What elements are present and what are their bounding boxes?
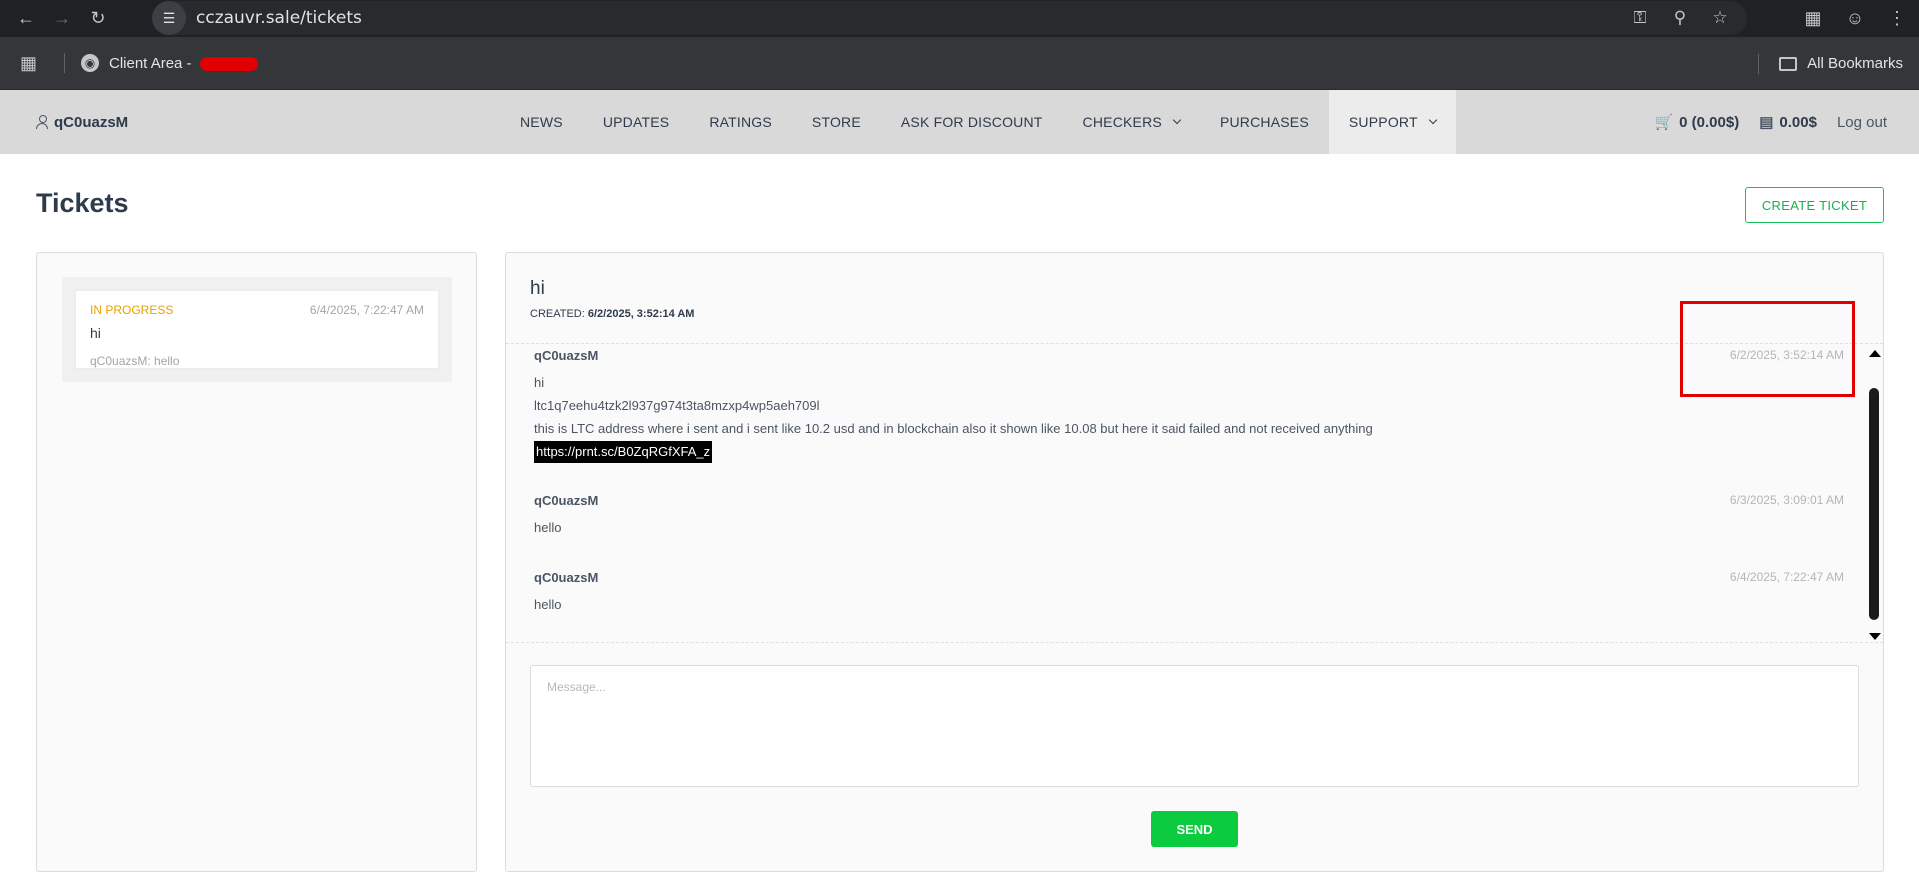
cart-link[interactable]: 🛒 0 (0.00$) bbox=[1654, 113, 1739, 131]
cart-icon: 🛒 bbox=[1654, 114, 1674, 131]
created-value: 6/2/2025, 3:52:14 AM bbox=[587, 308, 695, 320]
bookmark-label: Client Area - bbox=[109, 54, 196, 72]
nav-purchases[interactable]: PURCHASES bbox=[1200, 90, 1329, 154]
balance-link[interactable]: ▤ 0.00$ bbox=[1759, 113, 1817, 131]
message-item: qC0uazsM 6/2/2025, 3:52:14 AM hi ltc1q7e… bbox=[534, 348, 1844, 463]
message-author: qC0uazsM bbox=[534, 570, 599, 585]
message-author: qC0uazsM bbox=[534, 348, 599, 363]
forward-icon[interactable]: → bbox=[44, 1, 80, 37]
main-nav: NEWS UPDATES RATINGS STORE ASK FOR DISCO… bbox=[500, 90, 1456, 154]
reload-icon[interactable]: ↻ bbox=[80, 1, 116, 37]
user-profile-link[interactable]: qC0uazsM bbox=[36, 90, 128, 154]
create-ticket-button[interactable]: CREATE TICKET bbox=[1745, 187, 1884, 223]
ticket-list-item[interactable]: IN PROGRESS 6/4/2025, 7:22:47 AM hi qC0u… bbox=[62, 277, 452, 382]
nav-support[interactable]: SUPPORT bbox=[1328, 90, 1456, 154]
globe-icon: ◉ bbox=[81, 54, 99, 72]
message-date: 6/4/2025, 7:22:47 AM bbox=[1729, 570, 1844, 584]
address-bar[interactable]: ☰ cczauvr.sale/tickets ⚿ ⚲ ☆ bbox=[152, 1, 1747, 35]
back-icon[interactable]: ← bbox=[8, 1, 44, 37]
wallet-icon: ▤ bbox=[1759, 114, 1774, 131]
nav-checkers[interactable]: CHECKERS bbox=[1063, 90, 1200, 154]
redaction-mark bbox=[199, 56, 258, 71]
chevron-down-icon bbox=[1428, 115, 1437, 125]
ticket-status-badge: IN PROGRESS bbox=[90, 303, 174, 317]
site-info-icon[interactable]: ☰ bbox=[152, 1, 186, 35]
message-line: hi bbox=[534, 375, 545, 390]
message-item: qC0uazsM 6/4/2025, 7:22:47 AM hello bbox=[534, 570, 1844, 616]
url-text[interactable]: cczauvr.sale/tickets bbox=[196, 8, 362, 28]
cart-value: 0 (0.00$) bbox=[1679, 114, 1740, 131]
scroll-up-arrow-icon[interactable] bbox=[1869, 350, 1881, 357]
bookmarks-divider bbox=[64, 53, 65, 73]
user-icon bbox=[36, 115, 48, 129]
nav-support-label: SUPPORT bbox=[1348, 114, 1418, 130]
ticket-title: hi bbox=[90, 325, 101, 341]
balance-value: 0.00$ bbox=[1779, 114, 1817, 131]
message-body: hello bbox=[534, 593, 1844, 616]
ticket-detail-panel: hi CREATED: 6/2/2025, 3:52:14 AM qC0uazs… bbox=[505, 252, 1884, 872]
message-thread[interactable]: qC0uazsM 6/2/2025, 3:52:14 AM hi ltc1q7e… bbox=[506, 343, 1883, 643]
bookmark-client-area[interactable]: ◉ Client Area - bbox=[81, 54, 258, 72]
bookmarks-bar: ▦ ◉ Client Area - All Bookmarks bbox=[0, 37, 1919, 90]
bookmarks-divider bbox=[1758, 53, 1760, 74]
message-line: ltc1q7eehu4tzk2l937g974t3ta8mzxp4wp5aeh7… bbox=[534, 398, 820, 413]
nav-store[interactable]: STORE bbox=[792, 90, 881, 154]
send-button[interactable]: SEND bbox=[1151, 811, 1238, 847]
nav-checkers-label: CHECKERS bbox=[1082, 114, 1162, 130]
menu-dots-icon[interactable]: ⋮ bbox=[1879, 1, 1915, 37]
ticket-list-panel: IN PROGRESS 6/4/2025, 7:22:47 AM hi qC0u… bbox=[36, 252, 477, 872]
scrollbar-thumb[interactable] bbox=[1869, 388, 1879, 620]
message-link[interactable]: https://prnt.sc/B0ZqRGfXFA_z bbox=[534, 441, 713, 463]
ticket-card-inner: IN PROGRESS 6/4/2025, 7:22:47 AM hi qC0u… bbox=[76, 291, 438, 368]
message-item: qC0uazsM 6/3/2025, 3:09:01 AM hello bbox=[534, 493, 1844, 539]
message-input[interactable] bbox=[530, 665, 1859, 787]
annotation-highlight-box bbox=[1680, 301, 1855, 397]
all-bookmarks-label: All Bookmarks bbox=[1807, 55, 1903, 72]
extensions-icon[interactable]: ▦ bbox=[1795, 1, 1831, 37]
logout-link[interactable]: Log out bbox=[1837, 114, 1887, 131]
message-line: hello bbox=[534, 520, 562, 535]
created-label: CREATED: bbox=[530, 308, 585, 320]
message-body: hi ltc1q7eehu4tzk2l937g974t3ta8mzxp4wp5a… bbox=[534, 371, 1844, 463]
star-icon[interactable]: ☆ bbox=[1703, 1, 1737, 35]
ticket-detail-title: hi bbox=[530, 278, 545, 299]
profile-icon[interactable]: ☺ bbox=[1837, 1, 1873, 37]
nav-ask-for-discount[interactable]: ASK FOR DISCOUNT bbox=[881, 90, 1063, 154]
all-bookmarks[interactable]: All Bookmarks bbox=[1758, 37, 1903, 90]
message-line: this is LTC address where i sent and i s… bbox=[534, 421, 1373, 436]
message-line: hello bbox=[534, 597, 562, 612]
zoom-icon[interactable]: ⚲ bbox=[1663, 1, 1697, 35]
chevron-down-icon bbox=[1172, 115, 1182, 125]
page-title: Tickets bbox=[36, 188, 129, 218]
folder-icon bbox=[1779, 56, 1798, 71]
nav-news[interactable]: NEWS bbox=[500, 90, 583, 154]
browser-toolbar: ← → ↻ ☰ cczauvr.sale/tickets ⚿ ⚲ ☆ ▦ ☺ ⋮ bbox=[0, 0, 1919, 37]
ticket-created: CREATED: 6/2/2025, 3:52:14 AM bbox=[530, 308, 694, 320]
username: qC0uazsM bbox=[54, 113, 129, 131]
message-author: qC0uazsM bbox=[534, 493, 599, 508]
ticket-date: 6/4/2025, 7:22:47 AM bbox=[309, 303, 424, 317]
message-body: hello bbox=[534, 516, 1844, 539]
nav-ratings[interactable]: RATINGS bbox=[689, 90, 792, 154]
message-date: 6/3/2025, 3:09:01 AM bbox=[1729, 493, 1844, 507]
ticket-preview: qC0uazsM: hello bbox=[90, 354, 180, 368]
message-scrollbar[interactable] bbox=[1866, 350, 1882, 640]
key-icon[interactable]: ⚿ bbox=[1623, 1, 1657, 35]
nav-updates[interactable]: UPDATES bbox=[583, 90, 690, 154]
site-header: qC0uazsM NEWS UPDATES RATINGS STORE ASK … bbox=[0, 90, 1919, 154]
scroll-down-arrow-icon[interactable] bbox=[1869, 633, 1881, 640]
apps-grid-icon[interactable]: ▦ bbox=[20, 53, 44, 74]
